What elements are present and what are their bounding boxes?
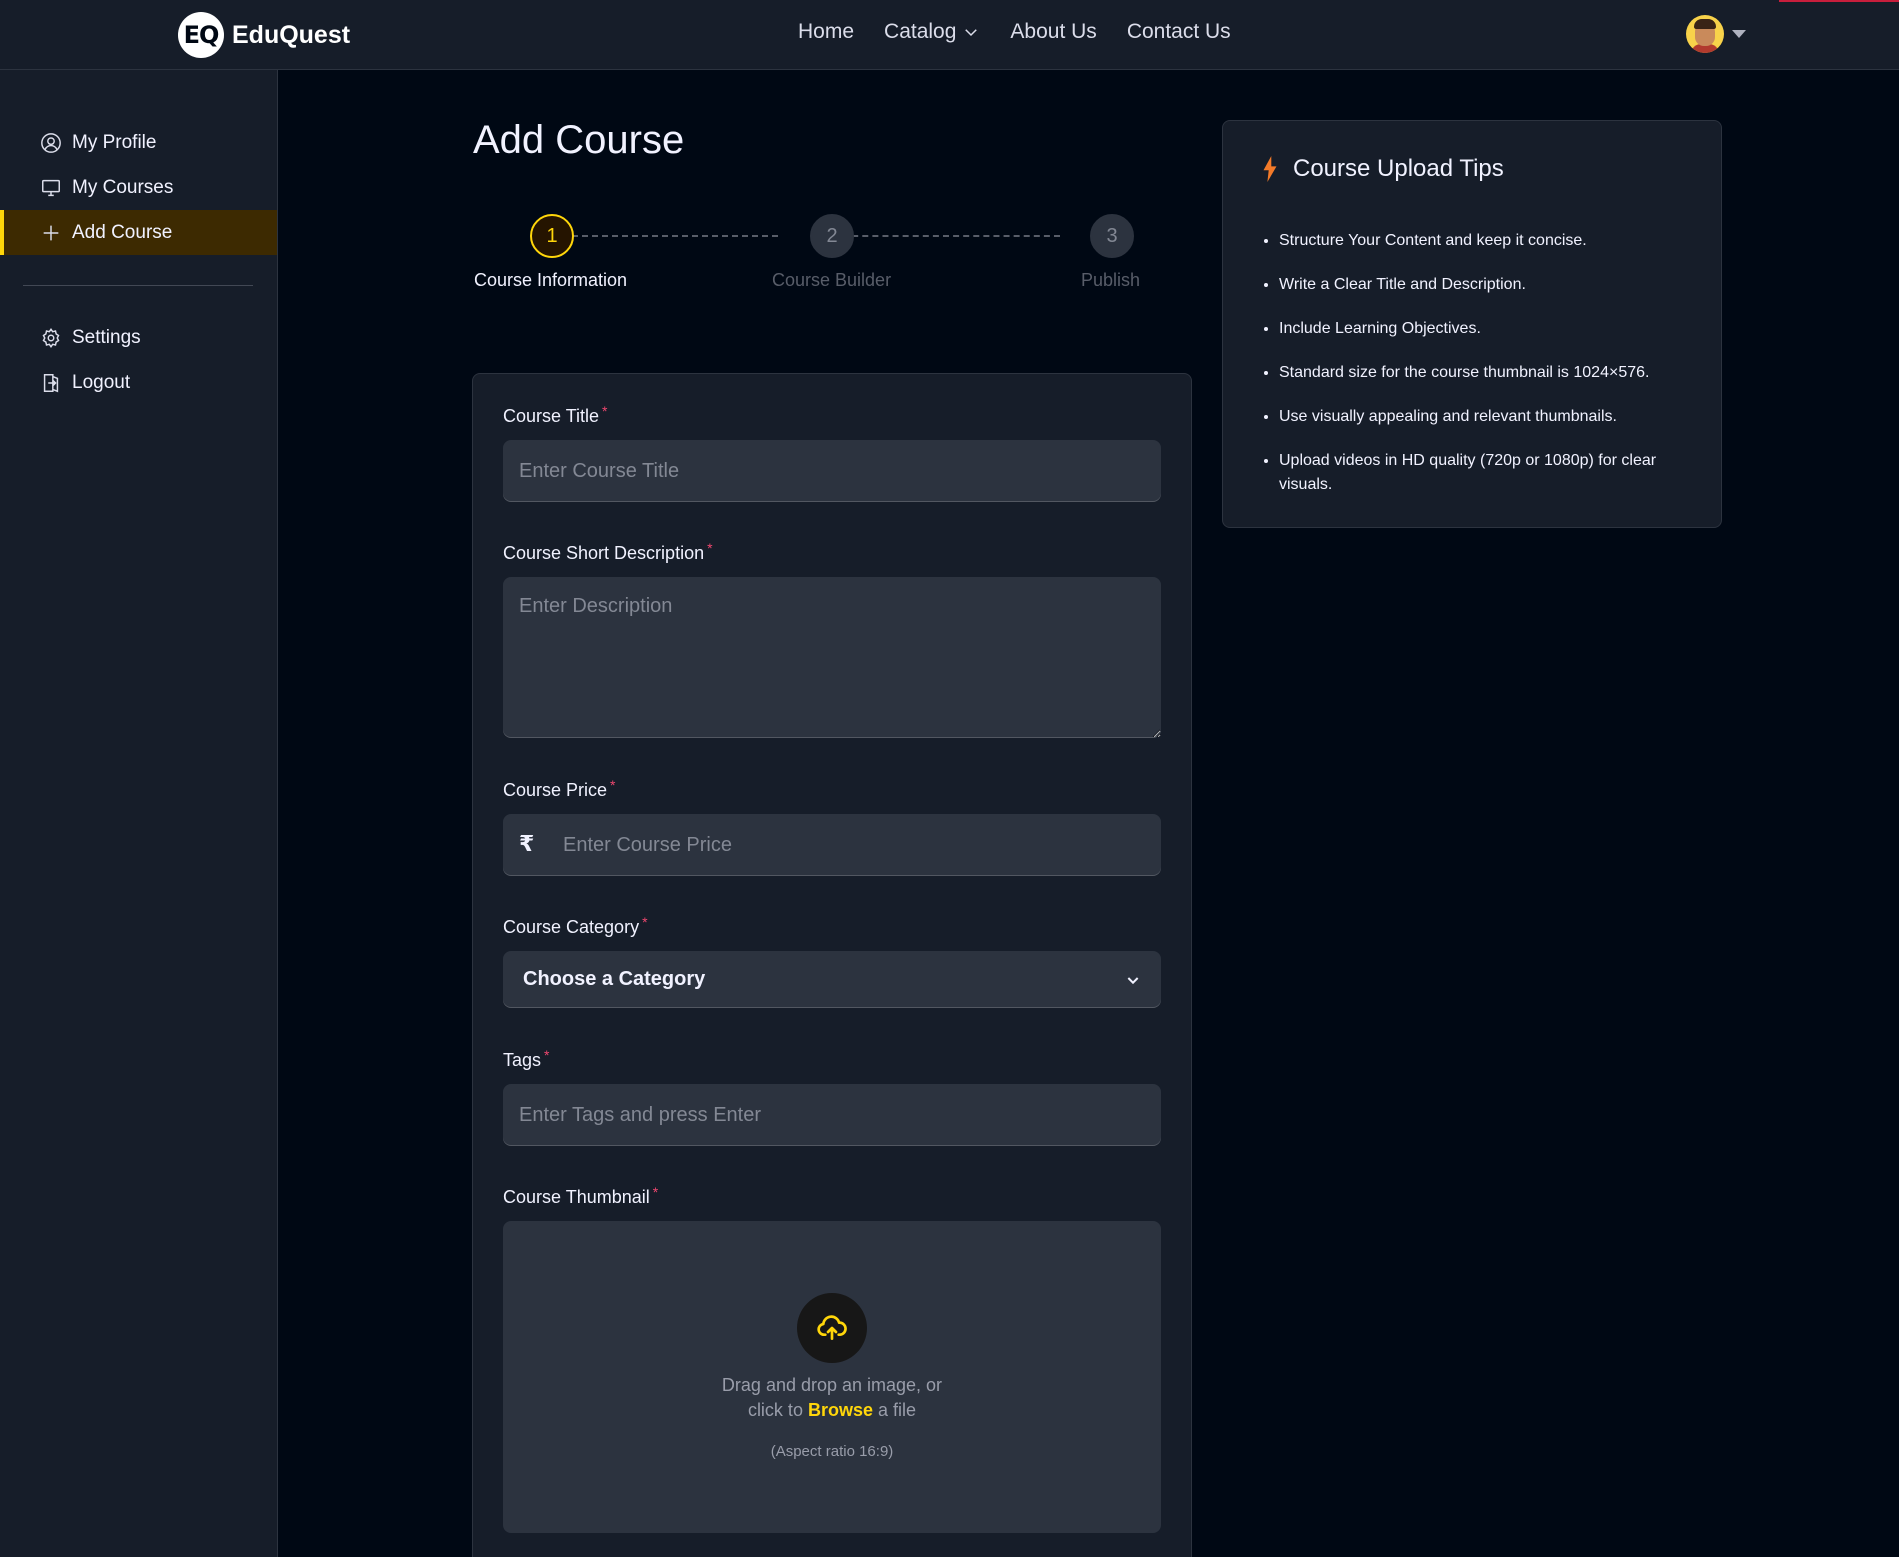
step-2-label: Course Builder: [772, 270, 892, 290]
aspect-ratio-hint: (Aspect ratio 16:9): [770, 1443, 894, 1460]
sidebar-item-add-course[interactable]: Add Course: [0, 210, 277, 255]
nav-catalog[interactable]: Catalog: [884, 20, 980, 44]
progress-stepper: 1 2 3 Course Information Course Builder …: [470, 214, 1150, 294]
sidebar-item-label: Settings: [72, 326, 141, 348]
top-accent-line: [1779, 0, 1899, 2]
course-title-label: Course Title *: [503, 403, 608, 427]
course-price-label-text: Course Price: [503, 780, 608, 800]
avatar: [1686, 15, 1724, 53]
step-2-circle: 2: [810, 214, 854, 258]
sidebar: My Profile My Courses Add Course Setting…: [0, 70, 278, 1557]
step-1-label: Course Information: [474, 270, 628, 290]
course-price-input[interactable]: [547, 814, 1147, 876]
course-title-input[interactable]: [503, 440, 1161, 502]
profile-dropdown[interactable]: [1686, 15, 1746, 53]
dropzone-instructions-line2: click to Browse a file: [503, 1398, 1161, 1423]
page-title: Add Course: [473, 118, 685, 162]
dropzone-instructions-line1: Drag and drop an image, or: [721, 1375, 943, 1395]
monitor-icon: [42, 179, 60, 196]
upload-icon-circle: [797, 1293, 867, 1363]
tags-input[interactable]: [503, 1084, 1161, 1146]
course-description-textarea[interactable]: [503, 577, 1161, 738]
course-info-form: Course Title* Course Short Description* …: [472, 373, 1192, 1557]
step-3-label: Publish: [1081, 270, 1141, 290]
nav-about-label: About Us: [1010, 20, 1097, 43]
course-category-selected: Choose a Category: [523, 968, 706, 990]
sidebar-item-label: Add Course: [72, 221, 173, 243]
thumbnail-dropzone[interactable]: Drag and drop an image, or click to Brow…: [503, 1221, 1161, 1533]
cloud-upload-icon: [817, 1315, 847, 1340]
sidebar-item-label: My Courses: [72, 176, 174, 198]
caret-down-icon: [1732, 30, 1746, 38]
upload-tips-panel: Course Upload Tips Structure Your Conten…: [1222, 120, 1722, 528]
sidebar-divider: [23, 285, 253, 286]
nav-about[interactable]: About Us: [1010, 20, 1096, 44]
required-mark: *: [652, 1184, 659, 1200]
step-connector: [832, 235, 1060, 237]
rupee-icon: ₹: [519, 832, 535, 857]
required-mark: *: [602, 403, 608, 419]
course-category-label: Course Category *: [503, 914, 648, 938]
tags-label-text: Tags: [503, 1050, 542, 1070]
course-price-label: Course Price *: [503, 777, 616, 801]
main-nav: Home Catalog About Us Contact Us: [798, 20, 1231, 44]
nav-home-label: Home: [798, 20, 855, 43]
tip-item: Write a Clear Title and Description.: [1279, 273, 1699, 297]
tips-header: Course Upload Tips: [1261, 155, 1504, 183]
plus-icon: [43, 225, 59, 240]
tip-item: Include Learning Objectives.: [1279, 317, 1699, 341]
nav-home[interactable]: Home: [798, 20, 854, 44]
sidebar-item-logout[interactable]: Logout: [0, 360, 277, 405]
logo-mark: EQ: [178, 12, 224, 58]
brand-logo[interactable]: EQ EduQuest: [178, 12, 350, 58]
tips-list: Structure Your Content and keep it conci…: [1279, 229, 1699, 517]
chevron-down-icon: [1127, 976, 1139, 984]
top-navbar: EQ EduQuest Home Catalog About Us Contac…: [0, 0, 1899, 70]
brand-name: EduQuest: [232, 20, 351, 49]
course-thumbnail-label-text: Course Thumbnail: [503, 1187, 650, 1207]
sidebar-item-settings[interactable]: Settings: [0, 315, 277, 360]
chevron-down-icon: [965, 29, 978, 37]
tips-title: Course Upload Tips: [1293, 155, 1504, 182]
step-3-circle: 3: [1090, 214, 1134, 258]
course-category-label-text: Course Category: [503, 917, 640, 937]
course-category-select[interactable]: Choose a Category: [503, 951, 1161, 1008]
tip-item: Standard size for the course thumbnail i…: [1279, 361, 1699, 385]
step-1-circle: 1: [530, 214, 574, 258]
course-thumbnail-label: Course Thumbnail *: [503, 1184, 659, 1208]
sidebar-item-my-courses[interactable]: My Courses: [0, 165, 277, 210]
course-description-label-text: Course Short Description: [503, 543, 705, 563]
logout-icon: [43, 373, 59, 392]
course-price-field: ₹: [503, 814, 1161, 876]
nav-contact[interactable]: Contact Us: [1127, 20, 1231, 44]
required-mark: *: [707, 540, 713, 556]
tags-label: Tags *: [503, 1047, 550, 1071]
course-description-label: Course Short Description *: [503, 540, 713, 564]
nav-catalog-label: Catalog: [884, 20, 957, 43]
dropzone-file-text: a file: [878, 1400, 917, 1420]
tip-item: Use visually appealing and relevant thum…: [1279, 405, 1699, 429]
step-connector: [552, 235, 778, 237]
user-circle-icon: [41, 132, 61, 153]
dropzone-click-text: click to: [747, 1400, 803, 1420]
gear-icon: [42, 327, 60, 348]
lightning-icon: [1263, 156, 1277, 182]
sidebar-item-label: Logout: [72, 371, 131, 393]
required-mark: *: [610, 777, 616, 793]
course-title-label-text: Course Title: [503, 406, 600, 426]
browse-link[interactable]: Browse: [808, 1400, 873, 1420]
sidebar-item-my-profile[interactable]: My Profile: [0, 120, 277, 165]
required-mark: *: [642, 914, 648, 930]
tip-item: Upload videos in HD quality (720p or 108…: [1279, 449, 1699, 497]
required-mark: *: [544, 1047, 550, 1063]
nav-contact-label: Contact Us: [1126, 20, 1231, 43]
sidebar-item-label: My Profile: [72, 131, 157, 153]
tip-item: Structure Your Content and keep it conci…: [1279, 229, 1699, 253]
